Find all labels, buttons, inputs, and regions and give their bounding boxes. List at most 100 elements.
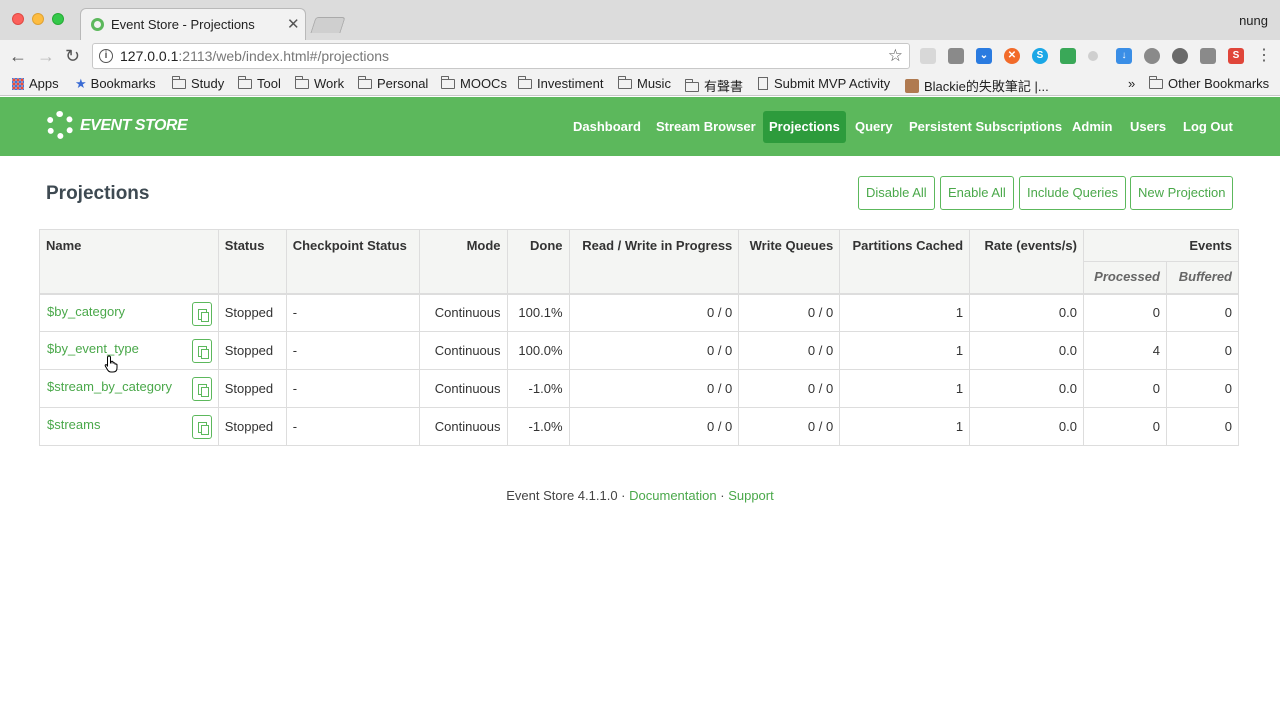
cell-done: -1.0% (506, 407, 570, 446)
orange-extension-icon[interactable]: ✕ (1004, 48, 1020, 64)
folder-icon (295, 76, 309, 89)
logo-text[interactable]: EVENT STORE (80, 117, 188, 135)
copy-extension-icon[interactable] (920, 48, 936, 64)
app-header: EVENT STORE Dashboard Stream Browser Pro… (0, 97, 1280, 156)
address-url[interactable]: 127.0.0.1:2113/web/index.html#/projectio… (120, 48, 389, 64)
profile-name[interactable]: nung (1239, 13, 1268, 28)
projections-table: Name Status Checkpoint Status Mode Done … (39, 229, 1240, 446)
forward-arrow-icon[interactable]: → (37, 46, 55, 66)
projection-link[interactable]: $streams (47, 417, 100, 432)
download-extension-icon[interactable]: ↓ (1116, 48, 1132, 64)
tab-close-icon[interactable]: ✕ (287, 15, 300, 33)
cell-partitions: 1 (839, 331, 971, 370)
folder-icon (618, 76, 632, 89)
new-projection-button[interactable]: New Projection (1130, 176, 1234, 210)
folder-icon (518, 76, 532, 89)
bookmark-apps[interactable]: Apps (12, 76, 59, 91)
disable-all-button[interactable]: Disable All (858, 176, 935, 210)
support-link[interactable]: Support (728, 488, 774, 503)
projection-link[interactable]: $by_category (47, 304, 125, 319)
projection-link[interactable]: $stream_by_category (47, 379, 172, 394)
table-row: $streams Stopped - Continuous -1.0% 0 / … (39, 407, 1240, 446)
bookmark-label: Study (191, 76, 225, 91)
footer-separator: · (621, 488, 626, 503)
bookmark-music[interactable]: Music (618, 76, 671, 91)
nav-stream-browser[interactable]: Stream Browser (650, 111, 762, 143)
cell-checkpoint: - (285, 369, 420, 408)
copy-icon[interactable] (191, 377, 212, 401)
nav-users[interactable]: Users (1124, 111, 1172, 143)
projection-link[interactable]: $by_event_type (47, 341, 139, 356)
nav-admin[interactable]: Admin (1066, 111, 1118, 143)
green-extension-icon[interactable] (1060, 48, 1076, 64)
bookmark-bookmarks[interactable]: ★ Bookmarks (75, 76, 156, 92)
copy-icon[interactable] (191, 415, 212, 439)
chat-extension-icon[interactable] (1172, 48, 1188, 64)
bookmark-blackie[interactable]: Blackie的失敗筆記 |... (905, 76, 1049, 95)
new-tab-button[interactable] (310, 17, 346, 33)
header-done: Done (506, 229, 570, 294)
cell-checkpoint: - (285, 293, 420, 332)
footer-separator: · (720, 488, 725, 503)
maximize-window-button[interactable] (52, 13, 64, 25)
header-read-write: Read / Write in Progress (568, 229, 740, 294)
cell-status: Stopped (217, 369, 287, 408)
hand-cursor-icon (104, 355, 118, 373)
nav-persistent-subscriptions[interactable]: Persistent Subscriptions (903, 111, 1068, 143)
bookmark-label: Submit MVP Activity (774, 76, 891, 91)
bookmark-moocs[interactable]: MOOCs (441, 76, 507, 91)
cell-processed: 4 (1082, 331, 1167, 370)
folder-icon (358, 76, 372, 89)
bookmark-label: Tool (257, 76, 281, 91)
bookmark-personal[interactable]: Personal (358, 76, 428, 91)
copy-icon[interactable] (191, 339, 212, 363)
bookmark-label: Music (637, 76, 671, 91)
nav-projections[interactable]: Projections (763, 111, 846, 143)
back-arrow-icon[interactable]: ← (9, 46, 27, 66)
eyedropper-extension-icon[interactable] (1200, 48, 1216, 64)
grey-dot-extension-icon[interactable] (1088, 51, 1098, 61)
bookmark-audiobooks[interactable]: 有聲書 (685, 76, 743, 95)
nav-dashboard[interactable]: Dashboard (567, 111, 647, 143)
reload-icon[interactable]: ↻ (65, 46, 80, 66)
bookmark-other[interactable]: Other Bookmarks (1149, 76, 1269, 91)
enable-all-button[interactable]: Enable All (940, 176, 1014, 210)
bookmark-work[interactable]: Work (295, 76, 344, 91)
header-name: Name (39, 229, 219, 294)
cell-rate: 0.0 (969, 293, 1084, 332)
nav-logout[interactable]: Log Out (1177, 111, 1239, 143)
skype-extension-icon[interactable]: S (1032, 48, 1048, 64)
bookmark-investiment[interactable]: Investiment (518, 76, 603, 91)
timer-extension-icon[interactable] (1144, 48, 1160, 64)
documentation-link[interactable]: Documentation (629, 488, 716, 503)
more-bookmarks-chevron-icon[interactable]: » (1128, 76, 1135, 91)
bookmark-star-icon[interactable]: ☆ (888, 46, 903, 66)
include-queries-button[interactable]: Include Queries (1019, 176, 1127, 210)
url-path: :2113/web/index.html#/projections (178, 48, 390, 64)
browser-tab[interactable]: Event Store - Projections ✕ (80, 8, 306, 40)
cell-rate: 0.0 (969, 407, 1084, 446)
browser-toolbar: ← → ↻ i 127.0.0.1:2113/web/index.html#/p… (0, 40, 1280, 72)
bookmark-submit-mvp[interactable]: Submit MVP Activity (758, 76, 890, 91)
s-extension-icon[interactable]: S (1228, 48, 1244, 64)
cell-name: $streams (39, 407, 219, 446)
bookmark-tool[interactable]: Tool (238, 76, 281, 91)
eventstore-logo-icon[interactable] (46, 111, 74, 139)
cell-mode: Continuous (418, 293, 508, 332)
header-buffered: Buffered (1165, 261, 1240, 294)
bookmark-study[interactable]: Study (172, 76, 224, 91)
copy-icon[interactable] (191, 301, 212, 326)
cell-processed: 0 (1082, 369, 1167, 408)
cell-read-write: 0 / 0 (568, 331, 740, 370)
minimize-window-button[interactable] (32, 13, 44, 25)
nav-query[interactable]: Query (849, 111, 899, 143)
site-info-icon[interactable]: i (99, 49, 113, 63)
close-window-button[interactable] (12, 13, 24, 25)
trello-extension-icon[interactable] (948, 48, 964, 64)
browser-menu-icon[interactable]: ⋮ (1256, 46, 1272, 66)
pocket-extension-icon[interactable]: ⌄ (976, 48, 992, 64)
eventstore-favicon-icon (91, 18, 104, 31)
address-bar[interactable]: i 127.0.0.1:2113/web/index.html#/project… (92, 43, 910, 69)
cell-name: $stream_by_category (39, 369, 219, 408)
bookmark-label: MOOCs (460, 76, 507, 91)
